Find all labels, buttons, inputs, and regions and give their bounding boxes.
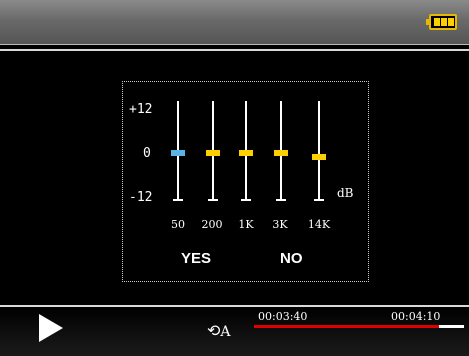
no-button[interactable]: NO [280, 250, 303, 267]
battery-level-bar [448, 18, 454, 26]
total-time: 00:04:10 [391, 310, 441, 323]
progress-bar[interactable] [254, 325, 464, 328]
eq-slider-thumb[interactable] [239, 150, 253, 156]
progress-fill [254, 325, 439, 328]
eq-band-label: 14K [307, 218, 331, 231]
equalizer-panel: +12 0 -12 dB 50 200 1K 3K 14K YES NO [122, 81, 369, 282]
eq-zero-tick [276, 199, 286, 201]
eq-band-label: 200 [201, 218, 223, 231]
scale-mid-label: 0 [143, 146, 151, 161]
yes-button[interactable]: YES [181, 250, 211, 267]
elapsed-time: 00:03:40 [258, 310, 308, 323]
battery-level-bar [434, 18, 440, 26]
eq-band-label: 1K [238, 218, 254, 231]
scale-bottom-label: -12 [129, 190, 153, 205]
battery-level-bar [441, 18, 447, 26]
eq-zero-tick [314, 199, 324, 201]
eq-zero-tick [241, 199, 251, 201]
top-divider [0, 49, 469, 51]
scale-top-label: +12 [129, 102, 153, 117]
eq-slider-thumb[interactable] [171, 150, 185, 156]
eq-slider-track[interactable] [318, 101, 320, 200]
bottom-divider [0, 305, 469, 307]
eq-band-label: 3K [272, 218, 288, 231]
player-screen: +12 0 -12 dB 50 200 1K 3K 14K YES NO ⟲A 00:0… [0, 0, 469, 356]
eq-zero-tick [173, 199, 183, 201]
eq-slider-thumb[interactable] [312, 153, 326, 160]
eq-zero-tick [208, 199, 218, 201]
eq-slider-thumb[interactable] [206, 150, 220, 156]
db-unit-label: dB [337, 186, 354, 200]
repeat-mode-label: A [220, 324, 231, 340]
top-status-bar [0, 0, 469, 45]
repeat-icon[interactable]: ⟲A [207, 321, 231, 340]
eq-slider-thumb[interactable] [274, 150, 288, 156]
play-icon[interactable] [39, 314, 63, 342]
battery-icon [426, 14, 457, 30]
eq-band-label: 50 [171, 218, 185, 231]
